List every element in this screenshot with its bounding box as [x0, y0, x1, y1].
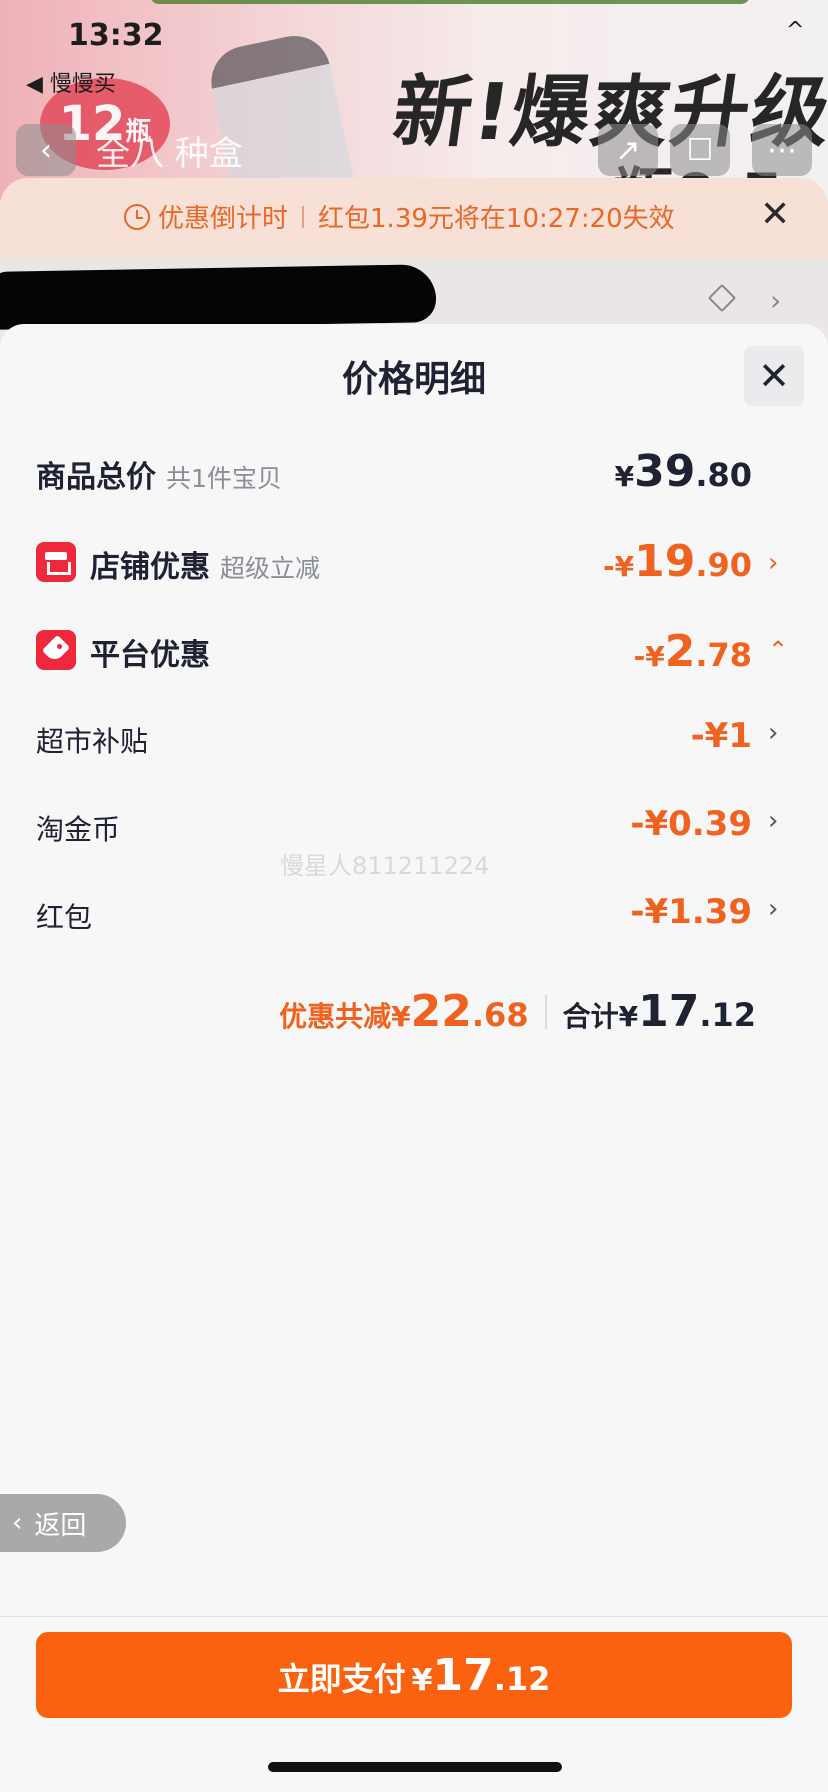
- share-button[interactable]: ↗: [598, 124, 658, 176]
- shop-icon: [36, 542, 76, 582]
- taojinbi-amount[interactable]: -¥0.39: [630, 804, 752, 844]
- platform-discount-int: 2: [664, 626, 696, 677]
- banner-nav-text: 全八 种盒: [96, 134, 243, 174]
- close-icon: ✕: [758, 354, 790, 398]
- platform-discount-currency: -¥: [633, 640, 665, 673]
- platform-discount-label: 平台优惠: [90, 638, 210, 673]
- grand-total-int: 17: [638, 986, 700, 1037]
- chevron-left-icon: ‹: [40, 132, 52, 168]
- more-button[interactable]: ⋯: [752, 124, 812, 176]
- shop-discount-row[interactable]: 店铺优惠 超级立减: [90, 542, 320, 586]
- clock-icon: [124, 203, 150, 230]
- sheet-close-button[interactable]: ✕: [744, 346, 804, 406]
- status-back-app[interactable]: ◀ 慢慢买: [26, 66, 116, 98]
- shop-discount-type: 超级立减: [220, 554, 321, 583]
- chevron-right-icon[interactable]: ›: [768, 548, 778, 578]
- discount-total-currency: ¥: [391, 1000, 411, 1033]
- shop-discount-label: 店铺优惠: [90, 550, 210, 585]
- red-packet-amount[interactable]: -¥1.39: [630, 892, 752, 932]
- grand-total-currency: ¥: [618, 1000, 639, 1033]
- platform-discount-dec: .78: [695, 636, 752, 674]
- shop-discount-amount[interactable]: -¥19.90: [603, 536, 752, 587]
- chevron-left-icon: ‹: [12, 1508, 23, 1538]
- home-indicator[interactable]: [268, 1762, 562, 1772]
- back-button[interactable]: ‹ 返回: [0, 1494, 126, 1552]
- shop-discount-dec: .90: [695, 546, 752, 584]
- status-time: 13:32: [68, 18, 164, 53]
- chevron-up-icon[interactable]: ⌃: [768, 636, 788, 664]
- countdown-label: 优惠倒计时: [158, 204, 289, 234]
- discount-total: 优惠共减¥22.68: [279, 986, 528, 1037]
- goods-total-row: 商品总价 共1件宝贝: [36, 452, 282, 496]
- share-icon: ↗: [615, 132, 641, 168]
- nav-back-button[interactable]: ‹: [16, 124, 76, 176]
- more-icon: ⋯: [767, 132, 797, 168]
- pay-now-currency: ¥: [411, 1663, 433, 1698]
- banner-stripe: [150, 0, 750, 4]
- goods-total-dec: .80: [695, 456, 752, 494]
- platform-discount-row[interactable]: 平台优惠: [90, 630, 210, 674]
- shop-discount-int: 19: [634, 536, 696, 587]
- redacted-address: [0, 264, 437, 330]
- watermark: 慢星人811211224: [280, 852, 490, 880]
- chevron-right-icon[interactable]: ›: [768, 806, 778, 836]
- taojinbi-label: 淘金币: [36, 813, 121, 846]
- countdown-notice: 优惠倒计时 红包1.39元将在10:27:20失效: [124, 198, 675, 235]
- summary-divider: [544, 994, 547, 1029]
- countdown-message: 红包1.39元将在10:27:20失效: [318, 204, 675, 234]
- supermarket-subsidy-amount[interactable]: -¥1: [691, 716, 752, 756]
- goods-total-int: 39: [634, 446, 696, 497]
- chevron-right-icon[interactable]: ›: [768, 718, 778, 748]
- chevron-right-icon[interactable]: ›: [770, 284, 781, 317]
- pay-now-dec: .12: [493, 1660, 551, 1698]
- pay-now-button[interactable]: 立即支付 ¥17.12: [36, 1632, 792, 1718]
- shop-discount-currency: -¥: [602, 550, 635, 583]
- coupon-tag-icon: [36, 630, 76, 670]
- cart-button[interactable]: ☐: [670, 124, 730, 176]
- goods-total-currency: ¥: [614, 460, 635, 493]
- status-caret: ^: [786, 18, 805, 43]
- bottom-divider: [0, 1616, 828, 1617]
- countdown-divider: [302, 205, 305, 228]
- grand-total-dec: .12: [699, 996, 756, 1034]
- countdown-close-icon[interactable]: ✕: [760, 194, 790, 235]
- goods-total-amount: ¥39.80: [615, 446, 752, 497]
- chevron-right-icon[interactable]: ›: [768, 894, 778, 924]
- back-button-label: 返回: [34, 1510, 87, 1541]
- discount-total-label: 优惠共减: [279, 1000, 392, 1033]
- cart-icon: ☐: [686, 132, 714, 168]
- discount-total-dec: .68: [471, 996, 529, 1034]
- platform-discount-amount[interactable]: -¥2.78: [634, 626, 752, 677]
- pay-now-label: 立即支付: [277, 1660, 406, 1698]
- red-packet-label: 红包: [36, 901, 93, 934]
- discount-total-int: 22: [410, 986, 472, 1037]
- supermarket-subsidy-label: 超市补贴: [36, 725, 149, 758]
- goods-total-label: 商品总价: [36, 460, 156, 495]
- price-summary: 优惠共减¥22.68 合计¥17.12: [279, 986, 756, 1037]
- grand-total-label: 合计: [562, 1000, 619, 1033]
- grand-total: 合计¥17.12: [563, 986, 756, 1037]
- pay-now-int: 17: [432, 1650, 494, 1701]
- sheet-title: 价格明细: [341, 359, 486, 400]
- goods-count: 共1件宝贝: [166, 464, 282, 493]
